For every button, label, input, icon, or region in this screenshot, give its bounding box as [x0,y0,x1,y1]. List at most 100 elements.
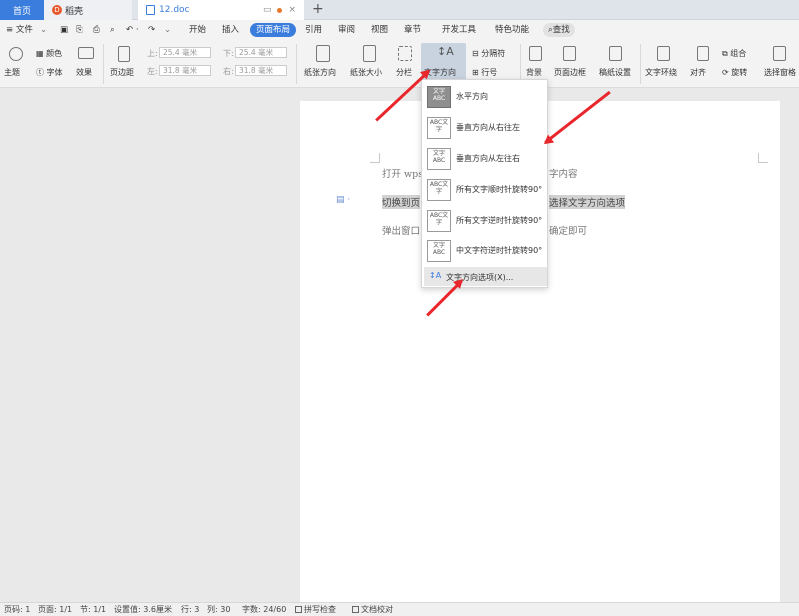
columns-icon[interactable] [398,46,412,61]
tab-home[interactable]: 首页 [0,0,44,20]
menu-file[interactable]: ≡ 文件 [6,20,33,40]
option-horizontal[interactable]: 文字ABC 水平方向 [422,82,547,112]
effects-icon[interactable] [78,47,94,59]
close-tab-icon[interactable]: × [288,5,296,15]
effects-button[interactable]: 效果 [76,67,92,78]
option-rotate-ccw[interactable]: ABC文字 所有文字逆时针旋转90° [422,206,547,236]
paragraph-line-3b: 确定即可 [549,226,588,237]
menu-developer[interactable]: 开发工具 [442,20,476,40]
margins-button[interactable]: 页边距 [110,67,134,78]
document-icon [146,5,155,15]
paragraph-line-2a: 切换到页 [382,195,421,209]
paragraph-line-1a: 打开 wps [382,169,424,180]
option-vertical-ltr-label: 垂直方向从左往右 [456,154,520,163]
save-icon[interactable]: ▣ [60,20,68,40]
paragraph-handle-icon[interactable]: ▤ · [336,195,350,205]
left-margin-input[interactable]: 31.8 毫米 [159,65,211,76]
option-vertical-rtl-label: 垂直方向从右往左 [456,123,520,132]
option-chinese-rotate-ccw[interactable]: 文字ABC 中文字符逆时针旋转90° [422,236,547,266]
breaks-label: 分隔符 [481,49,506,58]
selection-pane-icon[interactable] [773,46,786,61]
menu-file-chevron-icon[interactable]: ⌄ [40,20,47,40]
page-size-icon[interactable] [363,45,376,62]
top-margin-input[interactable]: 25.4 毫米 [159,47,211,58]
line-numbers-label: 行号 [481,68,498,77]
orientation-icon[interactable] [316,45,330,62]
menu-page-layout[interactable]: 页面布局 [250,23,297,37]
spell-check-toggle[interactable]: 拼写检查 [295,604,336,615]
option-vertical-ltr[interactable]: 文字ABC 垂直方向从左往右 [422,144,547,174]
menu-view[interactable]: 视图 [371,20,388,40]
menu-references[interactable]: 引用 [305,20,322,40]
monitor-icon[interactable]: ▭ [263,5,272,15]
manuscript-button[interactable]: 稿纸设置 [599,67,631,78]
breaks-icon: ⊟ [472,49,482,58]
status-word-count[interactable]: 字数: 24/60 [242,604,286,615]
page-borders-icon[interactable] [563,46,576,61]
theme-button[interactable]: 主题 [4,67,20,78]
search-button[interactable]: ⌕查找 [543,23,575,37]
align-icon[interactable] [697,46,709,61]
columns-button[interactable]: 分栏 [396,67,412,78]
print-preview-icon[interactable]: ⌕ [110,20,115,40]
undo-icon[interactable]: ↶ · [126,20,139,40]
option-horizontal-label: 水平方向 [456,92,488,101]
text-wrap-icon[interactable] [657,46,670,61]
rotate-label: 旋转 [731,68,748,77]
menu-bar: ≡ 文件 ⌄ ▣ ⎘ ⎙ ⌕ ↶ · ↷ ⌄ 开始 插入 页面布局 引用 审阅 … [0,20,799,40]
bottom-margin-input[interactable]: 25.4 毫米 [235,47,287,58]
colors-button[interactable]: ▦ 颜色 [36,48,62,59]
menu-features[interactable]: 特色功能 [495,20,529,40]
tab-docer[interactable]: D 稻壳 [44,0,132,20]
option-rotate-ccw-label: 所有文字逆时针旋转90° [456,216,543,225]
selection-pane-button[interactable]: 选择窗格 [764,67,796,78]
menu-review[interactable]: 审阅 [338,20,355,40]
margins-icon[interactable] [118,46,130,62]
fonts-icon: ⓣ [36,68,47,77]
line-numbers-button[interactable]: ⊞ 行号 [472,67,497,78]
background-icon[interactable] [529,46,542,61]
text-wrap-button[interactable]: 文字环绕 [645,67,677,78]
text-direction-options-item[interactable]: ↕A 文字方向选项(X)... [424,267,547,286]
tab-document[interactable]: 12.doc ▭ × [138,0,304,20]
paragraph-line-1b: 字内容 [549,169,578,180]
text-direction-icon[interactable]: ↕A [437,45,454,58]
right-margin-input[interactable]: 31.8 毫米 [235,65,287,76]
menu-insert[interactable]: 插入 [222,20,239,40]
group-button[interactable]: ⧉ 组合 [722,48,746,59]
margin-corner-mark [370,153,380,163]
unsaved-dot-icon [277,7,283,13]
rotate-button[interactable]: ⟳ 旋转 [722,67,747,78]
margin-corner-mark [758,153,768,163]
text-direction-options-icon: ↕A [429,271,442,280]
option-rotate-cw[interactable]: ABC文字 所有文字顺时针旋转90° [422,175,547,205]
background-button[interactable]: 背景 [526,67,542,78]
menu-chapter[interactable]: 章节 [404,20,421,40]
fonts-button[interactable]: ⓣ 字体 [36,67,63,78]
page-size-button[interactable]: 纸张大小 [350,67,382,78]
tab-document-label: 12.doc [159,5,190,15]
status-bar: 页码: 1 页面: 1/1 节: 1/1 设置值: 3.6厘米 行: 3 列: … [0,602,799,616]
text-direction-dropdown: 文字ABC 水平方向 ABC文字 垂直方向从右往左 文字ABC 垂直方向从左往右 AB… [421,79,548,288]
option-vertical-rtl[interactable]: ABC文字 垂直方向从右往左 [422,113,547,143]
menu-start[interactable]: 开始 [189,20,206,40]
align-button[interactable]: 对齐 [690,67,706,78]
orientation-button[interactable]: 纸张方向 [304,67,336,78]
top-margin-label: 上: [147,49,158,58]
breaks-button[interactable]: ⊟ 分隔符 [472,48,505,59]
new-tab-button[interactable]: + [312,0,324,20]
rotate-cw-icon: ABC文字 [427,179,451,201]
more-quick-icon[interactable]: ⌄ [164,20,171,40]
paragraph-line-3a: 弹出窗口 [382,226,421,237]
export-icon[interactable]: ⎘ [76,20,83,40]
redo-icon[interactable]: ↷ [148,20,155,40]
left-margin-label: 左: [147,67,158,76]
page-borders-button[interactable]: 页面边框 [554,67,586,78]
proofread-button[interactable]: 文档校对 [352,604,393,615]
proofread-label: 文档校对 [361,605,393,614]
bottom-margin-label: 下: [223,49,234,58]
theme-icon[interactable] [9,47,23,61]
option-rotate-cw-label: 所有文字顺时针旋转90° [456,185,543,194]
print-icon[interactable]: ⎙ [93,20,100,40]
manuscript-icon[interactable] [609,46,622,61]
